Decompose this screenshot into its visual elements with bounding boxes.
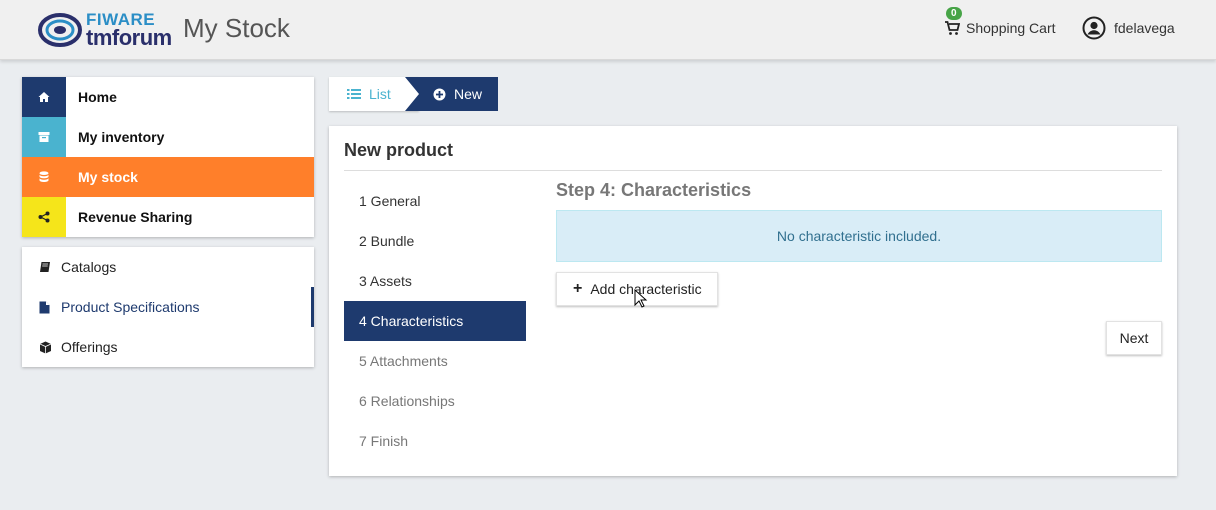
- panel-divider: [344, 170, 1162, 171]
- nav-item-label: Home: [78, 89, 117, 105]
- cube-icon: [39, 341, 61, 354]
- plus-circle-icon: [433, 88, 446, 100]
- main-nav: Home My inventory My stock Revenue Shari…: [22, 77, 314, 237]
- top-header: FIWARE tmforum My Stock 0 Shopping Cart …: [0, 0, 1216, 60]
- cart-label: Shopping Cart: [966, 20, 1056, 36]
- fiware-tmforum-logo[interactable]: FIWARE tmforum: [38, 8, 174, 50]
- logo-tmforum-text: tmforum: [86, 25, 172, 50]
- database-icon: [22, 157, 66, 197]
- logo-swirl-icon: [38, 13, 82, 47]
- crumb-list-label: List: [369, 86, 391, 102]
- nav-item-my-stock[interactable]: My stock: [22, 157, 314, 197]
- user-circle-icon: [1082, 16, 1106, 40]
- file-icon: [39, 301, 61, 314]
- subnav-item-label: Catalogs: [61, 259, 117, 275]
- step-attachments[interactable]: 5 Attachments: [344, 341, 526, 381]
- new-product-panel: New product 1 General 2 Bundle 3 Assets …: [329, 126, 1177, 476]
- step-finish[interactable]: 7 Finish: [344, 421, 526, 461]
- sub-nav: Catalogs Product Specifications Offering…: [22, 247, 314, 367]
- username: fdelavega: [1114, 20, 1175, 36]
- no-characteristic-alert: No characteristic included.: [556, 210, 1162, 262]
- nav-item-my-inventory[interactable]: My inventory: [22, 117, 314, 157]
- step-general[interactable]: 1 General: [344, 181, 526, 221]
- share-icon: [22, 197, 66, 237]
- mouse-pointer-icon: [634, 289, 648, 308]
- home-icon: [22, 77, 66, 117]
- crumb-list-link[interactable]: List: [329, 77, 419, 111]
- step-relationships[interactable]: 6 Relationships: [344, 381, 526, 421]
- step-title: Step 4: Characteristics: [556, 180, 752, 200]
- next-button[interactable]: Next: [1106, 321, 1162, 355]
- book-icon: [39, 261, 61, 273]
- nav-item-label: Revenue Sharing: [78, 209, 193, 225]
- shopping-cart-link[interactable]: 0 Shopping Cart: [944, 7, 1056, 39]
- nav-item-label: My stock: [78, 169, 138, 185]
- nav-item-home[interactable]: Home: [22, 77, 314, 117]
- panel-title: New product: [344, 140, 454, 160]
- user-menu[interactable]: fdelavega: [1082, 15, 1175, 41]
- step-characteristics[interactable]: 4 Characteristics: [344, 301, 526, 341]
- subnav-item-catalogs[interactable]: Catalogs: [22, 247, 314, 287]
- breadcrumb: List New: [329, 77, 498, 111]
- subnav-item-offerings[interactable]: Offerings: [22, 327, 314, 367]
- archive-icon: [22, 117, 66, 157]
- subnav-item-product-specifications[interactable]: Product Specifications: [22, 287, 314, 327]
- alert-text: No characteristic included.: [776, 228, 942, 244]
- next-label: Next: [1119, 330, 1149, 346]
- step-bundle[interactable]: 2 Bundle: [344, 221, 526, 261]
- cart-count-badge: 0: [946, 7, 962, 20]
- step-assets[interactable]: 3 Assets: [344, 261, 526, 301]
- app-title: My Stock: [183, 13, 290, 43]
- nav-item-revenue-sharing[interactable]: Revenue Sharing: [22, 197, 314, 237]
- nav-item-label: My inventory: [78, 129, 165, 145]
- subnav-item-label: Product Specifications: [61, 299, 200, 315]
- list-icon: [347, 89, 361, 99]
- subnav-item-label: Offerings: [61, 339, 118, 355]
- wizard-steps: 1 General 2 Bundle 3 Assets 4 Characteri…: [344, 181, 526, 461]
- plus-icon: +: [573, 280, 583, 297]
- crumb-new-label: New: [454, 86, 483, 102]
- cart-icon: [945, 21, 960, 35]
